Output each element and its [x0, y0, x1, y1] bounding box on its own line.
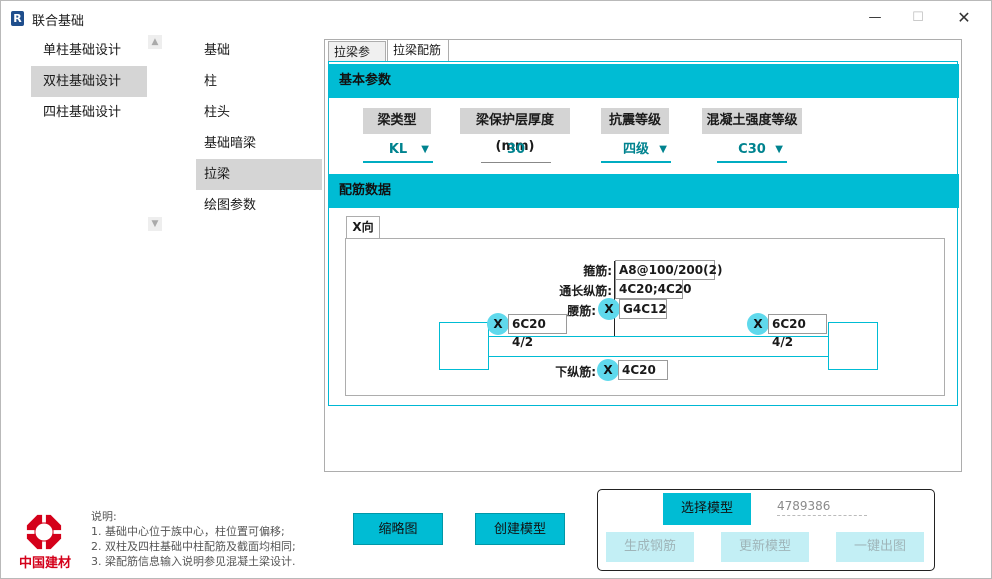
create-model-button[interactable]: 创建模型: [475, 513, 565, 545]
tab-x-direction[interactable]: X向: [346, 216, 380, 238]
bottom-rebar-input[interactable]: 4C20: [618, 360, 668, 380]
nav-item-four-column[interactable]: 四柱基础设计: [31, 97, 147, 128]
revit-logo-icon: R: [11, 11, 24, 26]
dropdown-arrow-icon: ▼: [421, 144, 429, 155]
concrete-grade-select[interactable]: C30 ▼: [717, 139, 787, 163]
x-direction-diagram: 箍筋: A8@100/200(2) 通长纵筋: 4C20;4C20 腰筋: X …: [345, 238, 945, 396]
rebar-data-header: 配筋数据: [329, 174, 959, 208]
window-title: 联合基础: [32, 14, 85, 29]
bottom-rebar-mark-icon[interactable]: X: [597, 359, 619, 381]
cnbm-logo-icon: [25, 513, 63, 551]
main-window: R 联合基础 — ☐ ✕ 单柱基础设计 双柱基础设计 四柱基础设计 ▲ ▼ 基础…: [0, 0, 992, 579]
notes: 说明: 1. 基础中心位于族中心，柱位置可偏移; 2. 双柱及四柱基础中柱配筋及…: [91, 509, 296, 569]
seismic-grade-select[interactable]: 四级 ▼: [601, 139, 671, 163]
cover-thickness-input[interactable]: 30: [481, 139, 551, 163]
model-id-field[interactable]: 4789386: [777, 499, 867, 516]
generate-rebar-button[interactable]: 生成钢筋: [606, 532, 694, 562]
notes-line-1: 1. 基础中心位于族中心，柱位置可偏移;: [91, 525, 285, 538]
basic-params-header: 基本参数: [329, 64, 959, 98]
beam-right-edge: [828, 336, 829, 357]
seismic-grade-label: 抗震等级: [601, 108, 669, 134]
foundation-type-list: 单柱基础设计 双柱基础设计 四柱基础设计: [31, 35, 147, 128]
left-top-rebar-mark-icon[interactable]: X: [487, 313, 509, 335]
nav-item-foundation[interactable]: 基础: [196, 35, 322, 66]
waist-rebar-mark-icon[interactable]: X: [598, 298, 620, 320]
concrete-grade-value: C30: [738, 142, 766, 157]
bottom-rebar-label: 下纵筋:: [555, 365, 596, 379]
left-column-box: [439, 322, 489, 370]
waist-rebar-input[interactable]: G4C12: [619, 299, 667, 319]
beam-type-select[interactable]: KL ▼: [363, 139, 433, 163]
nav-item-column[interactable]: 柱: [196, 66, 322, 97]
update-model-button[interactable]: 更新模型: [721, 532, 809, 562]
nav-item-hidden-beam[interactable]: 基础暗梁: [196, 128, 322, 159]
through-rebar-input[interactable]: 4C20;4C20: [615, 279, 692, 299]
nav-item-tie-beam[interactable]: 拉梁: [196, 159, 322, 190]
notes-title: 说明:: [91, 510, 117, 523]
right-column-box: [828, 322, 878, 370]
stirrup-label: 箍筋:: [583, 264, 612, 278]
select-model-button[interactable]: 选择模型: [663, 493, 751, 525]
component-list: 基础 柱 柱头 基础暗梁 拉梁 绘图参数: [196, 35, 322, 221]
left-top-rebar-input[interactable]: 6C20 4/2: [508, 314, 567, 349]
brand-logo: 中国建材: [15, 513, 75, 571]
beam-type-label: 梁类型: [363, 108, 431, 134]
scroll-down-icon[interactable]: ▼: [148, 217, 162, 231]
close-button[interactable]: ✕: [950, 7, 978, 29]
dropdown-arrow-icon: ▼: [659, 144, 667, 155]
tab-tie-beam-params[interactable]: 拉梁参数: [328, 41, 386, 79]
concrete-grade-label: 混凝土强度等级: [702, 108, 802, 134]
one-click-export-button[interactable]: 一键出图: [836, 532, 924, 562]
beam-left-edge: [488, 336, 489, 357]
cover-thickness-label: 梁保护层厚度(mm): [460, 108, 570, 154]
beam-type-value: KL: [388, 142, 408, 157]
tab-tie-beam-rebar[interactable]: 拉梁配筋: [387, 39, 449, 61]
notes-line-3: 3. 梁配筋信息输入说明参见混凝土梁设计.: [91, 555, 296, 568]
stirrup-input[interactable]: A8@100/200(2): [615, 260, 722, 280]
nav-item-column-head[interactable]: 柱头: [196, 97, 322, 128]
through-rebar-label: 通长纵筋:: [559, 284, 612, 298]
right-top-rebar-mark-icon[interactable]: X: [747, 313, 769, 335]
nav-item-double-column[interactable]: 双柱基础设计: [31, 66, 147, 97]
title-bar: R 联合基础 — ☐ ✕: [1, 1, 992, 35]
scroll-up-icon[interactable]: ▲: [148, 35, 162, 49]
thumbnail-button[interactable]: 缩略图: [353, 513, 443, 545]
right-top-rebar-input[interactable]: 6C20 4/2: [768, 314, 827, 349]
beam-bottom-line: [488, 356, 829, 357]
dropdown-arrow-icon: ▼: [775, 144, 783, 155]
minimize-button[interactable]: —: [861, 7, 889, 29]
seismic-grade-value: 四级: [623, 142, 650, 157]
brand-name: 中国建材: [18, 556, 71, 571]
nav-item-drawing-params[interactable]: 绘图参数: [196, 190, 322, 221]
nav-item-single-column[interactable]: 单柱基础设计: [31, 35, 147, 66]
rebar-content: 基本参数 梁类型 KL ▼ 梁保护层厚度(mm) 30 抗震等级 四级 ▼ 混凝…: [328, 61, 959, 406]
notes-line-2: 2. 双柱及四柱基础中柱配筋及截面均相同;: [91, 540, 296, 553]
maximize-button[interactable]: ☐: [904, 7, 932, 29]
